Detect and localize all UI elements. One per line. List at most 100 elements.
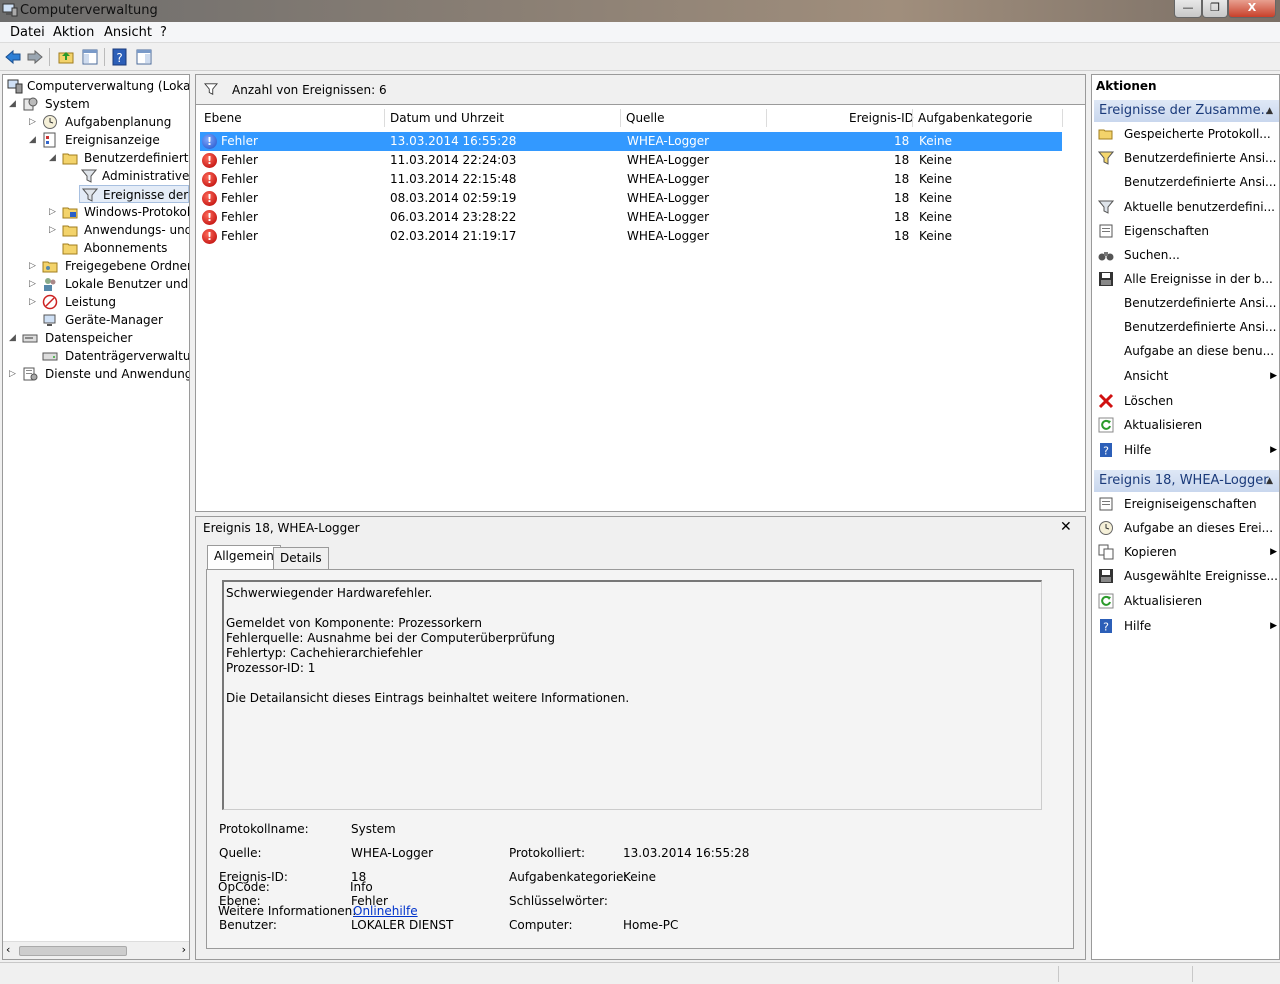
table-row[interactable]: ! Fehler 06.03.2014 23:28:22 WHEA-Logger… (200, 208, 1062, 227)
section-header-ereignisse[interactable]: Ereignisse der Zusamme... ▲ (1094, 100, 1279, 122)
collapse-icon[interactable]: ▲ (1266, 470, 1273, 492)
tree-item-administrative-ereignisse[interactable]: Administrative E (79, 167, 189, 185)
expand-icon[interactable]: ▷ (49, 221, 59, 239)
tree-item-computerverwaltung[interactable]: Computerverwaltung (Lokal) (5, 77, 189, 95)
tree-item-dienste-und-anwendungen[interactable]: ▷ Dienste und Anwendungen (9, 365, 189, 383)
tab-details[interactable]: Details (273, 547, 329, 569)
column-header-ereignis-id[interactable]: Ereignis-ID (849, 107, 914, 129)
tree-item-anwendungs-und-dienstprotokolle[interactable]: ▷ Anwendungs- und D (49, 221, 189, 239)
column-header-quelle[interactable]: Quelle (626, 107, 664, 129)
menu-datei[interactable]: Datei (10, 25, 45, 40)
collapse-icon[interactable]: ▲ (1266, 100, 1273, 122)
table-row[interactable]: ! Fehler 02.03.2014 21:19:17 WHEA-Logger… (200, 227, 1062, 246)
action-aktualisieren-ereignis[interactable]: Aktualisieren (1096, 590, 1277, 612)
action-aktualisieren[interactable]: Aktualisieren (1096, 414, 1277, 436)
error-icon: ! (202, 172, 217, 187)
tree-item-abonnements[interactable]: Abonnements (49, 239, 189, 257)
action-aufgabe-an-ereignis[interactable]: Aufgabe an dieses Erei... (1096, 517, 1277, 539)
forward-arrow-icon[interactable] (26, 48, 44, 66)
close-detail-icon[interactable]: ✕ (1060, 519, 1072, 535)
collapse-icon[interactable]: ◢ (9, 95, 19, 113)
action-benutzerdefinierte-ansicht-importieren[interactable]: Benutzerdefinierte Ansi... (1096, 171, 1277, 193)
event-description[interactable]: Schwerwiegender Hardwarefehler. Gemeldet… (222, 580, 1042, 810)
table-row[interactable]: ! Fehler 11.03.2014 22:15:48 WHEA-Logger… (200, 170, 1062, 189)
scroll-left-icon[interactable]: ‹ (6, 943, 10, 956)
computer-management-icon (2, 3, 18, 17)
collapse-icon[interactable]: ◢ (29, 131, 39, 149)
actions-title: Aktionen (1096, 79, 1157, 93)
horizontal-scrollbar[interactable]: ‹ › (3, 941, 189, 959)
expand-icon[interactable]: ▷ (29, 293, 39, 311)
action-hilfe[interactable]: ? Hilfe ▶ (1096, 439, 1277, 461)
show-hide-tree-icon[interactable] (81, 48, 99, 66)
show-hide-action-pane-icon[interactable] (135, 48, 153, 66)
expand-icon[interactable]: ▷ (29, 113, 39, 131)
svg-text:?: ? (1103, 445, 1109, 458)
section-header-ereignis[interactable]: Ereignis 18, WHEA-Logger ▲ (1094, 470, 1279, 492)
action-alle-ereignisse-speichern[interactable]: Alle Ereignisse in der b... (1096, 268, 1277, 290)
properties-icon (1099, 224, 1113, 238)
collapse-icon[interactable]: ◢ (9, 329, 19, 347)
menu-help[interactable]: ? (160, 25, 167, 40)
tree-item-freigegebene-ordner[interactable]: ▷ Freigegebene Ordner (29, 257, 189, 275)
help-icon[interactable]: ? (111, 48, 129, 66)
up-folder-icon[interactable] (57, 48, 75, 66)
action-benutzerdefinierte-ansicht-erstellen[interactable]: Benutzerdefinierte Ansi... (1096, 147, 1277, 169)
scrollbar-thumb[interactable] (19, 946, 127, 956)
expand-icon[interactable]: ▷ (9, 365, 19, 383)
scroll-right-icon[interactable]: › (182, 943, 186, 956)
toolbar-separator (49, 48, 50, 66)
tree-item-system[interactable]: ◢ System (9, 95, 189, 113)
tree-item-ereignisse-der-zusammenfassung[interactable]: Ereignisse der Zu (79, 185, 189, 203)
menu-ansicht[interactable]: Ansicht (104, 25, 152, 40)
tree-item-datentraegerverwaltung[interactable]: Datenträgerverwaltung (29, 347, 189, 365)
onlinehilfe-link[interactable]: Onlinehilfe (353, 904, 418, 918)
window-title: Computerverwaltung (20, 3, 158, 18)
filter-icon (81, 169, 97, 183)
expand-icon[interactable]: ▷ (29, 257, 39, 275)
tree-item-aufgabenplanung[interactable]: ▷ Aufgabenplanung (29, 113, 189, 131)
action-suchen[interactable]: Suchen... (1096, 244, 1277, 266)
action-ansicht[interactable]: Ansicht ▶ (1096, 365, 1277, 387)
column-header-ebene[interactable]: Ebene (204, 107, 242, 129)
column-header-datum[interactable]: Datum und Uhrzeit (390, 107, 504, 129)
tree-item-ereignisanzeige[interactable]: ◢ Ereignisanzeige (29, 131, 189, 149)
expand-icon[interactable]: ▷ (29, 275, 39, 293)
action-hilfe-ereignis[interactable]: ? Hilfe ▶ (1096, 615, 1277, 637)
expand-icon[interactable]: ▷ (49, 203, 59, 221)
maximize-button[interactable]: ❐ (1202, 0, 1228, 18)
action-benutzerdefinierte-ansicht-kopieren[interactable]: Benutzerdefinierte Ansi... (1096, 316, 1277, 338)
value-benutzer: LOKALER DIENST (351, 918, 454, 932)
tree-item-windows-protokolle[interactable]: ▷ Windows-Protokolle (49, 203, 189, 221)
tab-allgemein[interactable]: Allgemein (207, 545, 281, 569)
table-row[interactable]: ! Fehler 13.03.2014 16:55:28 WHEA-Logger… (200, 132, 1062, 151)
back-arrow-icon[interactable] (4, 48, 22, 66)
delete-icon (1098, 393, 1114, 409)
tree-item-leistung[interactable]: ▷ Leistung (29, 293, 189, 311)
tree-item-geraete-manager[interactable]: Geräte-Manager (29, 311, 189, 329)
tree-item-datenspeicher[interactable]: ◢ Datenspeicher (9, 329, 189, 347)
table-row[interactable]: ! Fehler 08.03.2014 02:59:19 WHEA-Logger… (200, 189, 1062, 208)
minimize-button[interactable]: — (1174, 0, 1202, 18)
cell-datetime: 11.03.2014 22:24:03 (390, 153, 517, 167)
action-loeschen[interactable]: Löschen (1096, 390, 1277, 412)
collapse-icon[interactable]: ◢ (49, 149, 59, 167)
action-ereigniseigenschaften[interactable]: Ereigniseigenschaften (1096, 493, 1277, 515)
action-kopieren[interactable]: Kopieren ▶ (1096, 541, 1277, 563)
value-protokolliert: 13.03.2014 16:55:28 (623, 846, 750, 860)
action-aufgabe-an-benutzerdefinierte-ansicht[interactable]: Aufgabe an diese benu... (1096, 340, 1277, 362)
value-quelle: WHEA-Logger (351, 846, 434, 860)
action-benutzerdefinierte-ansicht-exportieren[interactable]: Benutzerdefinierte Ansi... (1096, 292, 1277, 314)
action-gespeicherte-protokolldatei[interactable]: Gespeicherte Protokoll... (1096, 123, 1277, 145)
tree-item-benutzerdefinierte-ansichten[interactable]: ◢ Benutzerdefinierte A (49, 149, 189, 167)
tree-item-lokale-benutzer-und-gruppen[interactable]: ▷ Lokale Benutzer und Gr (29, 275, 189, 293)
menu-aktion[interactable]: Aktion (53, 25, 94, 40)
action-ausgewaehlte-ereignisse-speichern[interactable]: Ausgewählte Ereignisse... (1096, 565, 1278, 587)
table-row[interactable]: ! Fehler 11.03.2014 22:24:03 WHEA-Logger… (200, 151, 1062, 170)
error-icon: ! (202, 134, 217, 149)
close-button[interactable]: X (1228, 0, 1276, 18)
description-line (226, 676, 1039, 691)
column-header-aufgabenkategorie[interactable]: Aufgabenkategorie (918, 107, 1032, 129)
action-aktuelle-benutzerdefinierte-ansicht[interactable]: Aktuelle benutzerdefini... (1096, 196, 1277, 218)
action-eigenschaften[interactable]: Eigenschaften (1096, 220, 1277, 242)
